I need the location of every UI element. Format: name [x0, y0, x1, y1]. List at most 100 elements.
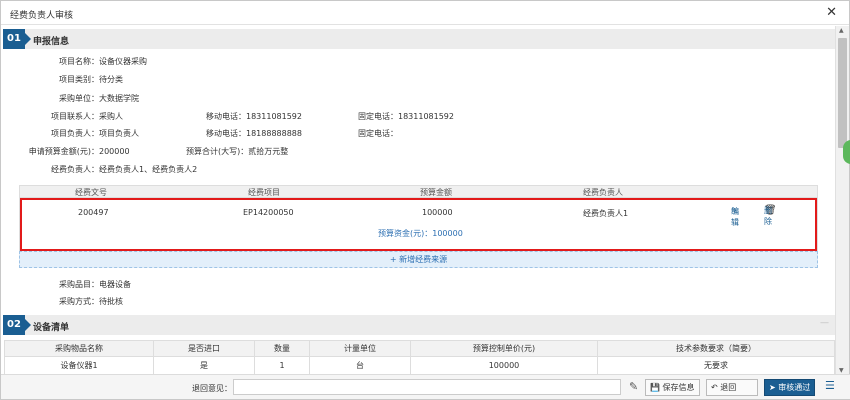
field-value: 大数据学院: [99, 94, 139, 103]
field-value: 贰拾万元整: [248, 147, 289, 156]
field-leader-phone: 固定电话：: [358, 128, 398, 139]
field-value: 项目负责人: [99, 129, 139, 138]
cell-quantity: 1: [254, 356, 310, 375]
column-header: 数量: [254, 340, 310, 357]
save-label: 保存信息: [662, 383, 695, 392]
cell-unit-price: 100000: [410, 356, 598, 375]
dialog-titlebar: 经费负责人审核 ✕: [1, 1, 849, 25]
budget-note: 预算资金(元)：100000: [378, 229, 463, 238]
field-value: 待分类: [99, 75, 123, 84]
cell-budget-amount: 100000: [422, 208, 453, 217]
field-label: 移动电话：: [206, 129, 246, 138]
audit-dialog: 经费负责人审核 ✕ 01 申报信息 项目名称：设备仪器采购 项目类别：待分类 采…: [0, 0, 850, 400]
field-purchase-method: 采购方式：待批核: [1, 296, 123, 307]
cell-fee-doc-no: 200497: [78, 208, 109, 217]
fee-table-header: 经费文号 经费项目 预算金额 经费负责人: [20, 186, 817, 198]
column-header: 技术参数要求（简要）: [597, 340, 835, 357]
equipment-table: 采购物品名称 是否进口 数量 计量单位 预算控制单价(元) 技术参数要求（简要）…: [4, 340, 835, 375]
dialog-content: 01 申报信息 项目名称：设备仪器采购 项目类别：待分类 采购单位：大数据学院 …: [1, 26, 837, 376]
scroll-down-icon[interactable]: ▼: [839, 367, 844, 374]
field-value: 待批核: [99, 297, 123, 306]
section-header-declaration: 01 申报信息: [3, 29, 835, 49]
field-label: 项目类别：: [59, 75, 99, 84]
dialog-title: 经费负责人审核: [10, 11, 74, 21]
field-label: 预算合计(大写)：: [186, 147, 249, 156]
field-label: 申请预算金额(元)：: [28, 147, 99, 156]
dialog-footer: 退回意见： ✎ 💾 保存信息 ↶ 退回 ➤ 审核通过 ☰: [1, 374, 850, 399]
field-project-type: 项目类别：待分类: [1, 74, 123, 85]
field-fee-leader: 经费负责人：经费负责人1、经费负责人2: [1, 164, 197, 175]
section-title: 设备清单: [33, 323, 70, 333]
cell-fee-leader: 经费负责人1: [583, 209, 629, 218]
field-leader-mobile: 移动电话：18188888888: [206, 128, 302, 139]
back-button[interactable]: ↶ 退回: [706, 379, 758, 396]
field-value: 采购人: [99, 112, 123, 121]
add-fee-source-button[interactable]: + 新增经费来源: [19, 251, 818, 268]
column-header: 是否进口: [153, 340, 255, 357]
cell-fee-item: EP14200050: [243, 208, 294, 217]
field-contact: 项目联系人：采购人: [1, 111, 123, 122]
column-header: 预算控制单价(元): [410, 340, 598, 357]
note-icon[interactable]: ✎: [629, 380, 638, 393]
close-icon[interactable]: ✕: [826, 5, 837, 20]
field-value: 18311081592: [398, 112, 454, 121]
save-button[interactable]: 💾 保存信息: [645, 379, 700, 396]
return-opinion-input[interactable]: [233, 379, 621, 395]
column-header: 采购物品名称: [4, 340, 154, 357]
field-contact-mobile: 移动电话：18311081592: [206, 111, 302, 122]
fee-source-table: 经费文号 经费项目 预算金额 经费负责人 200497 EP14200050 1…: [19, 185, 818, 252]
field-label: 采购品目：: [59, 280, 99, 289]
field-purchase-unit: 采购单位：大数据学院: [1, 93, 139, 104]
field-label: 项目名称：: [59, 57, 99, 66]
field-label: 经费负责人：: [51, 165, 99, 174]
field-label: 固定电话：: [358, 129, 398, 138]
field-project-name: 项目名称：设备仪器采购: [1, 56, 147, 67]
approve-button[interactable]: ➤ 审核通过: [764, 379, 816, 396]
field-value: 经费负责人1、经费负责人2: [99, 165, 198, 174]
column-header: 经费负责人: [583, 188, 623, 197]
cell-tech-spec: 无要求: [597, 356, 835, 375]
field-label: 移动电话：: [206, 112, 246, 121]
field-value: 设备仪器采购: [99, 57, 147, 66]
scrollbar-thumb[interactable]: [838, 38, 847, 148]
send-icon: ➤: [769, 383, 776, 392]
back-label: 退回: [720, 383, 737, 392]
field-label: 项目联系人：: [51, 112, 99, 121]
return-opinion-label: 退回意见：: [192, 384, 232, 393]
vertical-scrollbar[interactable]: ▲ ▼: [835, 26, 849, 375]
cell-imported: 是: [153, 356, 255, 375]
section-number: 01: [3, 29, 31, 49]
field-label: 采购单位：: [59, 94, 99, 103]
field-label: 采购方式：: [59, 297, 99, 306]
table-row: 设备仪器1 是 1 台 100000 无要求: [4, 356, 835, 375]
collapse-icon[interactable]: —: [820, 318, 829, 328]
edit-label: 编辑: [731, 207, 739, 227]
field-value: 电器设备: [99, 280, 131, 289]
column-header: 经费文号: [75, 188, 107, 197]
list-icon[interactable]: ☰: [825, 379, 835, 392]
field-label: 项目负责人：: [51, 129, 99, 138]
field-value: 18188888888: [246, 129, 302, 138]
field-budget-cn: 预算合计(大写)：贰拾万元整: [186, 146, 288, 157]
cell-item-name: 设备仪器1: [4, 356, 154, 375]
table-header-row: 采购物品名称 是否进口 数量 计量单位 预算控制单价(元) 技术参数要求（简要）: [4, 340, 835, 357]
scroll-up-icon[interactable]: ▲: [839, 27, 844, 34]
delete-label: 删除: [764, 206, 772, 226]
field-purchase-item: 采购品目：电器设备: [1, 279, 131, 290]
undo-icon: ↶: [711, 383, 718, 392]
section-number: 02: [3, 315, 31, 335]
save-icon: 💾: [650, 383, 660, 392]
column-header: 经费项目: [248, 188, 280, 197]
field-label: 固定电话：: [358, 112, 398, 121]
approve-label: 审核通过: [778, 383, 811, 392]
field-value: 18311081592: [246, 112, 302, 121]
section-header-equipment: 02 设备清单 —: [3, 315, 835, 335]
field-value: 200000: [99, 147, 130, 156]
field-budget: 申请预算金额(元)：200000: [1, 146, 130, 157]
side-tab[interactable]: [843, 140, 850, 164]
column-header: 预算金额: [420, 188, 452, 197]
section-title: 申报信息: [33, 37, 70, 47]
column-header: 计量单位: [309, 340, 411, 357]
cell-unit: 台: [309, 356, 411, 375]
field-contact-phone: 固定电话：18311081592: [358, 111, 454, 122]
